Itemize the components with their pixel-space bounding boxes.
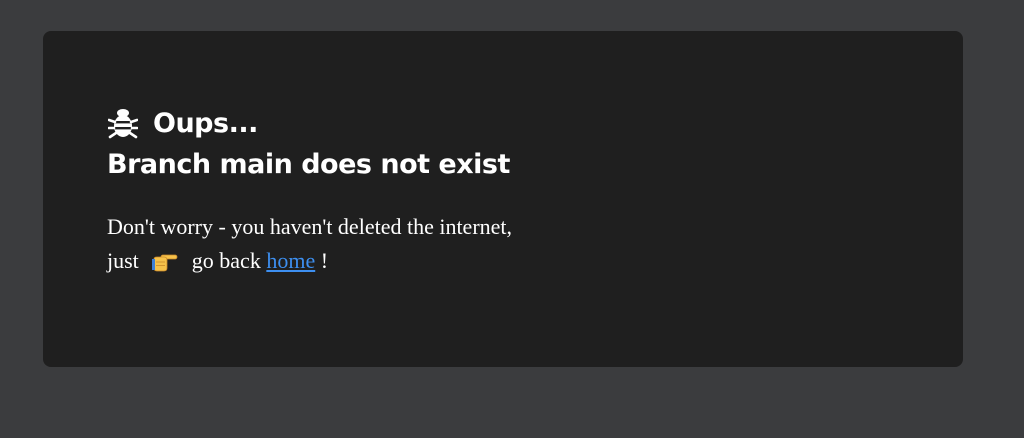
error-card: Oups... Branch main does not exist Don't… [43,31,963,367]
error-message: Don't worry - you haven't deleted the in… [107,210,512,282]
pointing-right-icon [152,248,178,282]
bug-icon [107,107,139,139]
heading-row: Oups... [107,103,512,143]
page-title: Branch main does not exist [107,149,510,180]
home-link[interactable]: home [266,248,315,273]
message-line-2: just go back home ! [107,244,512,282]
heading-text: Oups... [153,107,258,139]
message-suffix: ! [320,248,329,273]
message-middle: go back [191,248,261,273]
error-content: Oups... Branch main does not exist Don't… [107,103,512,282]
message-prefix: just [107,248,139,273]
message-line-1: Don't worry - you haven't deleted the in… [107,214,513,239]
